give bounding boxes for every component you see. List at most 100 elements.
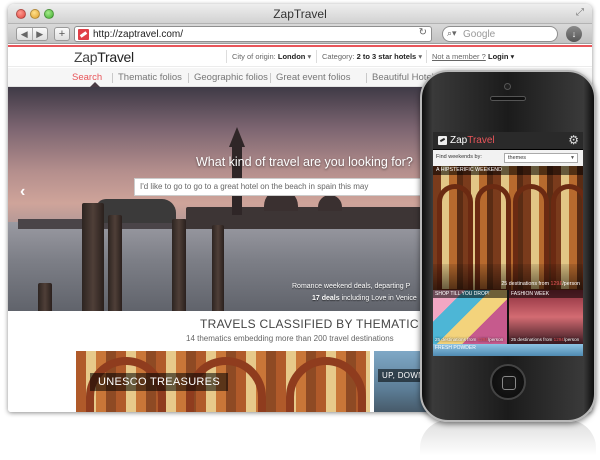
smartphone: ZapTravel ⚙ Find weekends by: themes ▼ A … (420, 70, 596, 422)
wooden-pole (108, 215, 122, 311)
hero-deals[interactable]: 17 deals including Love in Venice (312, 295, 417, 302)
wooden-pole (38, 283, 52, 311)
filter-value: themes (508, 155, 527, 161)
front-camera (504, 83, 511, 90)
app-header: ZapTravel ⚙ (433, 132, 583, 150)
search-placeholder: Google (463, 29, 496, 40)
card-count: 25 destinations from 129£/person (511, 337, 579, 342)
origin-selector[interactable]: City of origin: London ▾ (232, 52, 311, 61)
card-count: 25 destinations from 129£/person (435, 337, 503, 342)
search-icon: ⌕▾ (447, 28, 457, 38)
feature-count: 25 destinations from 129£/person (501, 281, 580, 287)
card-count-text: 25 destinations from (435, 337, 477, 342)
login-button[interactable]: Login ▾ (488, 52, 514, 61)
tile-label: UNESCO TREASURES (90, 373, 228, 391)
nav-divider (188, 73, 189, 83)
nav-item-geographic[interactable]: Geographic folios (194, 72, 268, 83)
signup-link[interactable]: Not a member ? (432, 52, 486, 61)
section-subtitle: 14 thematics embedding more than 200 tra… (186, 334, 394, 343)
site-logo[interactable]: ZapTravel (74, 49, 134, 65)
site-header: ZapTravel City of origin: London ▾ Categ… (8, 47, 592, 67)
wooden-pole (172, 219, 186, 311)
category-label: Category: (322, 52, 355, 61)
app-logo-icon (438, 136, 447, 145)
logo-part-a: Zap (74, 49, 98, 65)
feature-title: A HIPSTERIFIC WEEKEND (433, 166, 583, 175)
card-price: 129£ (477, 337, 488, 342)
card-shop-till-you-drop[interactable]: SHOP TILL YOU DROP! 25 destinations from… (433, 290, 507, 344)
card-fresh-powder[interactable]: FRESH POWDER (433, 344, 583, 356)
phone-screen: ZapTravel ⚙ Find weekends by: themes ▼ A … (433, 132, 583, 356)
nav-item-great-event[interactable]: Great event folios (276, 72, 350, 83)
filter-label: Find weekends by: (436, 154, 482, 160)
app-logo[interactable]: ZapTravel (450, 135, 495, 146)
origin-value: London (277, 52, 306, 61)
church-dome (318, 195, 342, 211)
app-filter-bar: Find weekends by: themes ▼ (433, 150, 583, 166)
wooden-pole (82, 203, 104, 311)
earpiece (490, 96, 526, 101)
gear-icon[interactable]: ⚙ (568, 133, 579, 147)
site-favicon-icon (78, 29, 89, 40)
browser-toolbar: ◀ ▶ + http://zaptravel.com/ ↻ ⌕▾ Google … (8, 24, 592, 44)
login-label: Login (488, 52, 509, 61)
arch-decoration (286, 357, 366, 412)
category-selector[interactable]: Category: 2 to 3 star hotels ▾ (322, 52, 422, 61)
feature-count-text: 25 destinations from (501, 281, 550, 287)
section-title: TRAVELS CLASSIFIED BY THEMATIC (200, 317, 419, 331)
chevron-down-icon: ▾ (307, 52, 312, 61)
deals-text: including (341, 295, 370, 302)
nav-divider (270, 73, 271, 83)
chevron-left-icon[interactable]: ‹ (20, 183, 25, 201)
chevron-down-icon: ▾ (510, 52, 515, 61)
nav-item-thematic[interactable]: Thematic folios (118, 72, 182, 83)
back-arrow-icon[interactable]: ◀ (17, 28, 33, 40)
header-divider (426, 50, 427, 63)
hero-search-value: I'd like to go to go to a great hotel on… (140, 182, 369, 191)
plus-icon[interactable]: + (54, 27, 70, 41)
chevron-down-icon: ▼ (570, 155, 575, 161)
header-divider (226, 50, 227, 63)
url-text[interactable]: http://zaptravel.com/ (93, 29, 183, 40)
nav-divider (366, 73, 367, 83)
card-unit: /person (563, 337, 580, 342)
reload-icon[interactable]: ↻ (419, 27, 427, 38)
browser-search-input[interactable]: ⌕▾ Google (442, 26, 558, 42)
logo-part-b: Travel (97, 49, 134, 65)
wooden-pole (212, 225, 224, 311)
forward-arrow-icon[interactable]: ▶ (33, 28, 48, 40)
deals-place: Love in Venice (371, 295, 417, 302)
download-icon[interactable]: ↓ (566, 26, 582, 42)
home-button[interactable] (490, 364, 526, 400)
hero-promo-text: Romance weekend deals, departing P (292, 283, 411, 290)
hero-question: What kind of travel are you looking for? (196, 155, 413, 169)
app-logo-a: Zap (450, 135, 468, 146)
phone-reflection (420, 420, 596, 456)
card-price: 129£ (553, 337, 564, 342)
app-logo-b: Travel (467, 135, 495, 146)
card-count-text: 25 destinations from (511, 337, 553, 342)
fullscreen-icon[interactable]: ⤢ (576, 7, 584, 18)
origin-label: City of origin: (232, 52, 276, 61)
chevron-down-icon: ▾ (418, 52, 423, 61)
bell-tower-spire (229, 127, 245, 147)
card-fashion-week[interactable]: FASHION WEEK 25 destinations from 129£/p… (509, 290, 583, 344)
feature-price: 129£ (550, 281, 563, 287)
nav-divider (112, 73, 113, 83)
feature-unit: /person (562, 281, 580, 287)
address-bar[interactable]: http://zaptravel.com/ ↻ (74, 26, 432, 42)
filter-select[interactable]: themes ▼ (504, 153, 578, 163)
window-title: ZapTravel (273, 7, 327, 21)
card-title: SHOP TILL YOU DROP! (433, 290, 507, 298)
card-title: FASHION WEEK (509, 290, 583, 298)
title-bar: ZapTravel ⤢ (8, 4, 592, 24)
deals-count: 17 deals (312, 295, 340, 302)
thematic-tile-unesco[interactable]: UNESCO TREASURES (76, 351, 370, 412)
card-unit: /person (487, 337, 504, 342)
hero-search-input[interactable]: I'd like to go to go to a great hotel on… (134, 178, 434, 196)
card-title: FRESH POWDER (435, 345, 476, 351)
history-buttons: ◀ ▶ (16, 27, 48, 41)
category-value: 2 to 3 star hotels (356, 52, 417, 61)
header-divider (316, 50, 317, 63)
feature-card[interactable]: A HIPSTERIFIC WEEKEND 25 destinations fr… (433, 166, 583, 290)
